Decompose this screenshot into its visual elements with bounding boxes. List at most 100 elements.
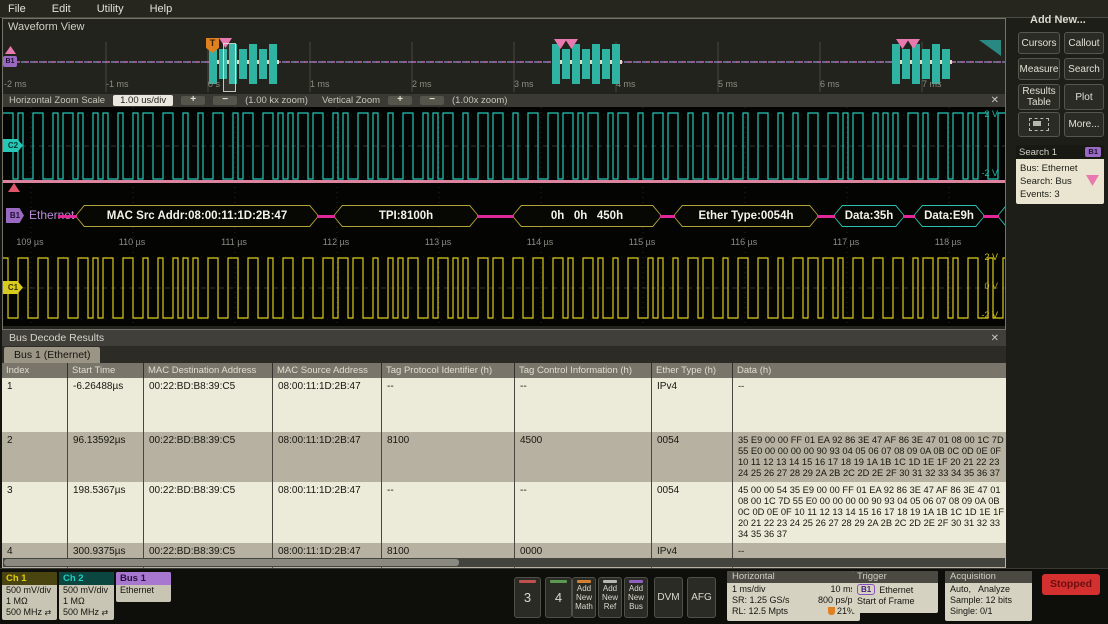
menu-item-edit[interactable]: Edit — [52, 3, 71, 15]
time-tick-label: 111 µs — [221, 237, 247, 247]
table-row[interactable]: 296.13592µs00:22:BD:B8:39:C508:00:11:1D:… — [2, 432, 1084, 482]
table-row[interactable]: 1-6.26488µs00:22:BD:B8:39:C508:00:11:1D:… — [2, 378, 1084, 432]
table-cell: 45 00 00 54 35 E9 00 00 FF 01 EA 92 86 3… — [733, 482, 1017, 543]
ch1-badge-card[interactable]: Ch 1 500 mV/div 1 MΩ 500 MHz ⇄ — [2, 572, 57, 620]
act-on-event-button[interactable] — [1018, 112, 1060, 137]
bus-packet-label: 0h 0h 450h — [512, 205, 662, 227]
horizontal-value: 800 ps/pt — [818, 595, 855, 606]
overview-tick-label: -2 ms — [4, 79, 27, 89]
table-scrollbar-thumb[interactable] — [4, 559, 459, 566]
bus-packet[interactable]: 0h 0h 450h — [512, 205, 662, 227]
acquisition-panel[interactable]: Acquisition Auto, AnalyzeSample: 12 bits… — [945, 571, 1032, 621]
h-zoom-scale-value[interactable]: 1.00 us/div — [113, 95, 173, 106]
scope-button-label: AFG — [691, 592, 712, 603]
bus-decode-row: B1 Ethernet MAC Src Addr:08:00:11:1D:2B:… — [2, 205, 1005, 227]
scope-button-add-new-ref[interactable]: Add New Ref — [598, 577, 622, 618]
bus-packet-label: Ether Type:0054h — [673, 205, 819, 227]
horizontal-value: RL: 12.5 Mpts — [732, 606, 788, 617]
bus-packet[interactable]: MAC Src Addr:08:00:11:1D:2B:47 — [75, 205, 319, 227]
scope-button-add-new-bus[interactable]: Add New Bus — [624, 577, 648, 618]
table-cell: 2 — [2, 432, 68, 482]
scope-button-4[interactable]: 4 — [545, 577, 572, 618]
v-zoom-minus-button[interactable]: − — [420, 96, 444, 105]
zoom-close-icon[interactable]: ✕ — [991, 95, 999, 106]
bus-packet[interactable]: Data:35h — [833, 205, 905, 227]
scope-button-dvm[interactable]: DVM — [654, 577, 683, 618]
menu-item-file[interactable]: File — [8, 3, 26, 15]
tab-bus1-ethernet[interactable]: Bus 1 (Ethernet) — [4, 347, 100, 363]
add-new-measure-button[interactable]: Measure — [1018, 58, 1060, 80]
v-zoom-plus-button[interactable]: + — [388, 96, 412, 105]
waveform-overview[interactable]: -2 ms-1 ms0 s1 ms2 ms3 ms4 ms5 ms6 ms7 m… — [3, 36, 1005, 92]
table-cell: 198.5367µs — [68, 482, 144, 543]
trigger-panel[interactable]: Trigger B1Ethernet Start of Frame — [852, 571, 938, 613]
results-table: IndexStart TimeMAC Destination AddressMA… — [2, 363, 1084, 569]
button-color-stripe — [629, 580, 643, 583]
bus-badge[interactable]: B1 — [6, 208, 24, 223]
search1-body: Bus: Ethernet Search: Bus Events: 3 — [1016, 159, 1104, 204]
scope-button-label: 3 — [524, 590, 531, 605]
bus1-label: Bus 1 — [116, 572, 171, 585]
zoom-window-handle[interactable] — [223, 43, 236, 92]
bus-packet-label: Data:35h — [833, 205, 905, 227]
menu-item-utility[interactable]: Utility — [97, 3, 124, 15]
h-zoom-minus-button[interactable]: − — [213, 96, 237, 105]
add-new-cursors-button[interactable]: Cursors — [1018, 32, 1060, 54]
bus-packet-label: TPI:8100h — [333, 205, 479, 227]
menu-item-help[interactable]: Help — [150, 3, 173, 15]
acquisition-line: Single: 0/1 — [950, 606, 1027, 617]
bus1-badge-card[interactable]: Bus 1 Ethernet — [116, 572, 171, 602]
time-tick-label: 109 µs — [16, 237, 43, 247]
scope-button-label: Add New Bus — [625, 584, 647, 611]
add-new-callout-button[interactable]: Callout — [1064, 32, 1104, 54]
horizontal-panel[interactable]: Horizontal 1 ms/div10 msSR: 1.25 GS/s800… — [727, 571, 860, 621]
h-zoom-plus-button[interactable]: + — [181, 96, 205, 105]
add-new-search-button[interactable]: Search — [1064, 58, 1104, 80]
results-close-icon[interactable]: ✕ — [991, 333, 999, 344]
add-new-plot-button[interactable]: Plot — [1064, 84, 1104, 110]
table-cell: -- — [733, 378, 1017, 432]
ch1-scale: 500 mV/div — [2, 585, 57, 596]
ch2-top-scale-label: 2 V — [968, 109, 998, 119]
table-row[interactable]: 3198.5367µs00:22:BD:B8:39:C508:00:11:1D:… — [2, 482, 1084, 543]
h-zoom-scale-label: Horizontal Zoom Scale — [9, 95, 105, 106]
bus-packet[interactable]: Data:E9h — [913, 205, 985, 227]
time-tick-label: 113 µs — [425, 237, 452, 247]
search1-panel[interactable]: Search 1 B1 Bus: Ethernet Search: Bus Ev… — [1016, 145, 1104, 204]
horizontal-row: SR: 1.25 GS/s800 ps/pt — [732, 595, 855, 606]
results-table-body: 1-6.26488µs00:22:BD:B8:39:C508:00:11:1D:… — [2, 378, 1084, 569]
overview-tick-label: 6 ms — [820, 79, 840, 89]
button-color-stripe — [577, 580, 591, 583]
table-header-row: IndexStart TimeMAC Destination AddressMA… — [2, 363, 1084, 378]
table-cell: -- — [382, 378, 515, 432]
bus-packet[interactable]: Ether Type:0054h — [673, 205, 819, 227]
add-new-title: Add New... — [1030, 14, 1086, 26]
horizontal-value: 1 ms/div — [732, 584, 766, 595]
table-cell: -- — [382, 482, 515, 543]
stopped-button[interactable]: Stopped — [1042, 574, 1100, 595]
scope-button-label: 4 — [555, 590, 562, 605]
more-button[interactable]: More... — [1064, 112, 1104, 137]
overview-tick-label: 7 ms — [922, 79, 942, 89]
scope-button-add-new-math[interactable]: Add New Math — [572, 577, 596, 618]
bus-packet[interactable]: TPI:8100h — [333, 205, 479, 227]
scope-button-3[interactable]: 3 — [514, 577, 541, 618]
acquisition-line: Sample: 12 bits — [950, 595, 1027, 606]
bus-packet-label: Data:E9h — [913, 205, 985, 227]
table-cell: -6.26488µs — [68, 378, 144, 432]
search1-bus-line: Bus: Ethernet — [1020, 162, 1100, 175]
overview-tick-label: 0 s — [208, 79, 220, 89]
ch2-badge-card[interactable]: Ch 2 500 mV/div 1 MΩ 500 MHz ⇄ — [59, 572, 114, 620]
table-cell: 08:00:11:1D:2B:47 — [273, 432, 382, 482]
scope-button-afg[interactable]: AFG — [687, 577, 716, 618]
mask-icon — [1029, 118, 1049, 131]
results-tab-bar: Bus 1 (Ethernet) — [2, 346, 1006, 363]
table-cell: 96.13592µs — [68, 432, 144, 482]
horizontal-row: 1 ms/div10 ms — [732, 584, 855, 595]
table-cell: 00:22:BD:B8:39:C5 — [144, 432, 273, 482]
table-cell: -- — [515, 482, 652, 543]
results-title-bar: Bus Decode Results ✕ — [2, 330, 1006, 346]
zoom-percent-icon — [828, 607, 835, 615]
add-new-results-table-button[interactable]: Results Table — [1018, 84, 1060, 110]
column-header: Tag Control Information (h) — [515, 363, 652, 378]
